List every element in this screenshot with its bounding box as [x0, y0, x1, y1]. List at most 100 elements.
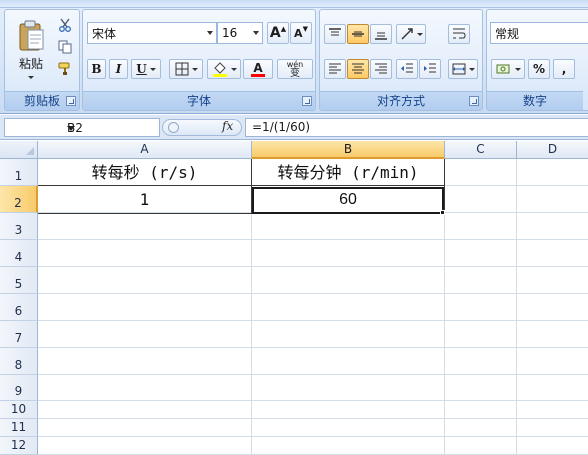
currency-icon: [496, 64, 509, 74]
merge-dropdown-arrow[interactable]: [468, 67, 475, 71]
font-name-value: 宋体: [92, 26, 117, 41]
bold-button[interactable]: B: [87, 59, 106, 79]
underline-dropdown-arrow[interactable]: [149, 67, 156, 71]
comma-label: ,: [561, 62, 567, 76]
italic-button[interactable]: I: [109, 59, 128, 79]
insert-function-button[interactable]: fx: [222, 119, 233, 133]
column-header-b[interactable]: B: [252, 141, 445, 159]
row-header-2[interactable]: 2: [0, 186, 38, 213]
font-name-combo[interactable]: 宋体: [87, 22, 217, 44]
grid-line: [38, 293, 588, 294]
wrap-text-button[interactable]: [448, 24, 470, 44]
row-header-11[interactable]: 11: [0, 419, 38, 437]
grid-line: [516, 159, 517, 455]
format-painter-button[interactable]: [55, 59, 75, 79]
font-name-dropdown-arrow[interactable]: [207, 31, 213, 35]
font-color-button[interactable]: A: [243, 59, 273, 79]
phonetic-guide-button[interactable]: wén 变: [277, 59, 313, 79]
paste-icon: [19, 20, 44, 51]
middle-align-button[interactable]: [347, 24, 369, 44]
grid-line: [38, 347, 588, 348]
cell-a1[interactable]: 转每秒 (r/s): [38, 161, 251, 185]
bottom-align-button[interactable]: [370, 24, 392, 44]
align-middle-icon: [352, 31, 364, 37]
font-color-swatch: [251, 73, 265, 77]
align-left-button[interactable]: [324, 59, 346, 79]
clipboard-dialog-launcher[interactable]: [66, 96, 76, 106]
grid-line: [38, 374, 588, 375]
fill-color-button[interactable]: [207, 59, 241, 79]
alignment-group: 对齐方式: [319, 9, 483, 111]
phonetic-char: 变: [290, 68, 300, 79]
formula-bar: B2 fx =1/(1/60): [0, 115, 588, 140]
ribbon-tab-strip: [0, 0, 588, 8]
row-header-3[interactable]: 3: [0, 213, 38, 240]
align-right-icon: [375, 63, 387, 74]
grid-line: [38, 266, 588, 267]
grow-font-button[interactable]: A ▲: [267, 22, 289, 44]
align-right-button[interactable]: [370, 59, 392, 79]
row-header-12[interactable]: 12: [0, 437, 38, 455]
grid-line: [38, 239, 588, 240]
orientation-button[interactable]: [396, 24, 426, 44]
row-header-9[interactable]: 9: [0, 375, 38, 401]
underline-button[interactable]: U: [131, 59, 161, 79]
column-header-c[interactable]: C: [445, 141, 517, 159]
text-orientation-icon: [401, 28, 413, 40]
copy-button[interactable]: [55, 37, 75, 57]
row-header-6[interactable]: 6: [0, 294, 38, 321]
font-size-dropdown-arrow[interactable]: [253, 31, 259, 35]
borders-button[interactable]: [169, 59, 203, 79]
merge-center-button[interactable]: [448, 59, 478, 79]
fill-color-dropdown-arrow[interactable]: [230, 67, 237, 71]
shrink-font-down-icon: ▼: [302, 25, 308, 33]
row-header-8[interactable]: 8: [0, 348, 38, 375]
comma-style-button[interactable]: ,: [553, 59, 575, 79]
copy-icon: [58, 40, 72, 54]
borders-dropdown-arrow[interactable]: [191, 67, 198, 71]
grid-line: [38, 320, 588, 321]
data-range-divider: [38, 185, 445, 186]
row-header-7[interactable]: 7: [0, 321, 38, 348]
row-header-5[interactable]: 5: [0, 267, 38, 294]
formula-bar-knob-icon: [168, 122, 179, 133]
row-header-10[interactable]: 10: [0, 401, 38, 419]
cell-b1[interactable]: 转每分钟 (r/min): [252, 161, 444, 185]
font-dialog-launcher[interactable]: [302, 96, 312, 106]
formula-input[interactable]: =1/(1/60): [245, 118, 588, 137]
row-header-4[interactable]: 4: [0, 240, 38, 267]
font-size-combo[interactable]: 16: [217, 22, 263, 44]
decrease-indent-button[interactable]: [396, 59, 418, 79]
percent-style-button[interactable]: %: [528, 59, 550, 79]
select-all-button[interactable]: [0, 141, 38, 159]
grow-font-up-icon: ▲: [280, 25, 287, 33]
name-box-dropdown-arrow[interactable]: [67, 126, 75, 131]
accounting-format-button[interactable]: [491, 59, 525, 79]
name-box[interactable]: B2: [4, 118, 160, 137]
alignment-dialog-launcher[interactable]: [469, 96, 479, 106]
grid-line: [38, 418, 588, 419]
number-group-label: 数字: [487, 91, 583, 110]
font-group-label: 字体: [83, 91, 315, 110]
fill-handle[interactable]: [440, 210, 445, 215]
align-center-button[interactable]: [347, 59, 369, 79]
increase-indent-button[interactable]: [419, 59, 441, 79]
number-format-combo[interactable]: 常规: [490, 22, 588, 44]
row-header-1[interactable]: 1: [0, 159, 38, 186]
cell-a2[interactable]: 1: [38, 187, 251, 212]
top-align-button[interactable]: [324, 24, 346, 44]
shrink-font-button[interactable]: A ▼: [290, 22, 312, 44]
accounting-dropdown-arrow[interactable]: [514, 67, 521, 71]
underline-label: U: [136, 62, 147, 76]
orientation-dropdown-arrow[interactable]: [416, 32, 423, 36]
column-header-a[interactable]: A: [38, 141, 252, 159]
cut-button[interactable]: [55, 15, 75, 35]
shrink-font-label: A: [294, 26, 303, 40]
active-cell-outline: [252, 187, 444, 214]
fill-bucket-icon: [212, 62, 227, 77]
paste-button[interactable]: 粘贴: [9, 14, 53, 86]
number-format-value: 常规: [495, 26, 520, 41]
scissors-icon: [59, 18, 71, 32]
column-header-d[interactable]: D: [517, 141, 588, 159]
font-size-value: 16: [222, 26, 238, 40]
